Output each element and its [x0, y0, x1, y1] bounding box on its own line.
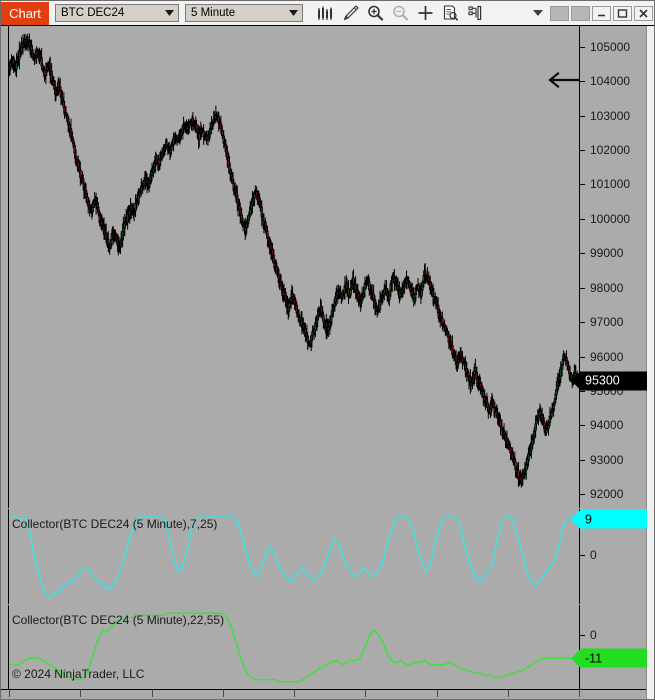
zoom-in-icon[interactable] [363, 2, 388, 24]
price-panel-left-rail [1, 26, 9, 508]
toolbar-button-group [313, 2, 488, 24]
price-axis-label: 97000 [590, 315, 624, 330]
last-price-marker: 95300 [571, 371, 647, 391]
window-controls [528, 2, 654, 24]
indicator-axis-label: 0 [590, 627, 597, 642]
interval-selector[interactable]: 5 Minute [185, 4, 303, 22]
price-axis-label: 101000 [590, 177, 631, 192]
price-axis-tick [580, 184, 585, 186]
price-axis-tick [580, 218, 585, 220]
chevron-down-icon [161, 5, 178, 21]
price-axis-label: 98000 [590, 280, 624, 295]
indicator-2-axis[interactable]: 0 [579, 605, 646, 689]
chart-toolbar: Chart BTC DEC24 5 Minute [1, 1, 654, 26]
indicator-axis-label: 0 [590, 547, 597, 562]
minimize-button[interactable] [592, 5, 611, 21]
price-axis-tick [580, 81, 585, 83]
price-axis-label: 103000 [590, 108, 631, 123]
price-axis-label: 100000 [590, 211, 631, 226]
toolbar-panel-placeholder [550, 5, 569, 21]
instrument-selector[interactable]: BTC DEC24 [55, 4, 179, 22]
price-axis-label: 105000 [590, 39, 631, 54]
maximize-button[interactable] [613, 5, 632, 21]
price-axis-tick [580, 356, 585, 358]
price-axis-tick [580, 115, 585, 117]
last-price-value: 95300 [580, 371, 647, 391]
toolbar-panel-placeholder [571, 5, 590, 21]
indicator-axis-tick [580, 554, 585, 556]
price-axis-label: 92000 [590, 487, 624, 502]
chart-canvas-area[interactable]: 105000 104000 103000 102000 101000 100000 9900… [1, 26, 654, 699]
indicator-2-label: Collector(BTC DEC24 (5 Minute),22,55) [12, 613, 225, 627]
indicator-2-left-rail [1, 605, 9, 689]
price-axis-tick [580, 459, 585, 461]
time-axis[interactable] [1, 689, 646, 699]
crosshair-icon[interactable] [413, 2, 438, 24]
time-axis-tick [222, 690, 224, 697]
time-axis-tick [9, 690, 10, 697]
indicator-1-value: 9 [580, 509, 647, 529]
arrow-left-icon [546, 71, 580, 89]
price-axis-label: 99000 [590, 246, 624, 261]
data-box-icon[interactable] [438, 2, 463, 24]
price-axis-tick [580, 46, 585, 48]
indicator-1-value-badge: 9 [571, 509, 647, 529]
price-axis-tick [580, 322, 585, 324]
indicator-axis-tick [580, 634, 585, 636]
bars-chart-type-icon[interactable] [313, 2, 338, 24]
time-axis-tick [151, 690, 153, 697]
indicator-1-left-rail [1, 509, 9, 604]
indicators-icon[interactable] [463, 2, 488, 24]
indicator-2-value-badge: -11 [571, 648, 647, 668]
price-axis-label: 104000 [590, 74, 631, 89]
price-axis-tick [580, 149, 585, 151]
indicator-1-badge-point [571, 510, 580, 528]
indicator-2-badge-point [571, 649, 580, 668]
ninjatrader-chart-window: Chart BTC DEC24 5 Minute 105000 104000 1… [0, 0, 655, 700]
close-button[interactable] [634, 5, 653, 21]
time-axis-tick [80, 690, 82, 697]
price-axis-tick [580, 425, 585, 427]
zoom-out-icon[interactable] [388, 2, 413, 24]
chart-tab[interactable]: Chart [1, 1, 49, 25]
price-axis-tick [580, 390, 585, 392]
time-axis-tick [294, 690, 295, 697]
price-plot[interactable] [9, 26, 579, 508]
instrument-selector-value: BTC DEC24 [61, 7, 125, 19]
price-axis-tick [580, 287, 585, 289]
time-axis-tick [436, 690, 438, 697]
price-axis-tick [580, 494, 585, 496]
indicator-2-value: -11 [580, 648, 647, 668]
right-gutter [646, 26, 654, 699]
chevron-down-icon[interactable] [528, 2, 548, 24]
price-axis-label: 102000 [590, 142, 631, 157]
price-axis-label: 93000 [590, 452, 624, 467]
time-axis-tick [507, 690, 509, 697]
pencil-draw-icon[interactable] [338, 2, 363, 24]
price-marker-point [571, 371, 580, 390]
price-axis[interactable]: 105000 104000 103000 102000 101000 100000 9900… [579, 26, 646, 508]
time-axis-tick [579, 690, 580, 697]
time-axis-tick [365, 690, 367, 697]
price-axis-label: 96000 [590, 349, 624, 364]
indicator-1-label: Collector(BTC DEC24 (5 Minute),7,25) [12, 517, 218, 531]
interval-selector-value: 5 Minute [191, 7, 236, 19]
chart-tab-label: Chart [9, 5, 41, 21]
price-axis-label: 94000 [590, 418, 624, 433]
price-axis-tick [580, 253, 585, 255]
chevron-down-icon [285, 5, 302, 21]
candlestick-series [9, 33, 579, 488]
copyright-text: © 2024 NinjaTrader, LLC [12, 667, 145, 681]
